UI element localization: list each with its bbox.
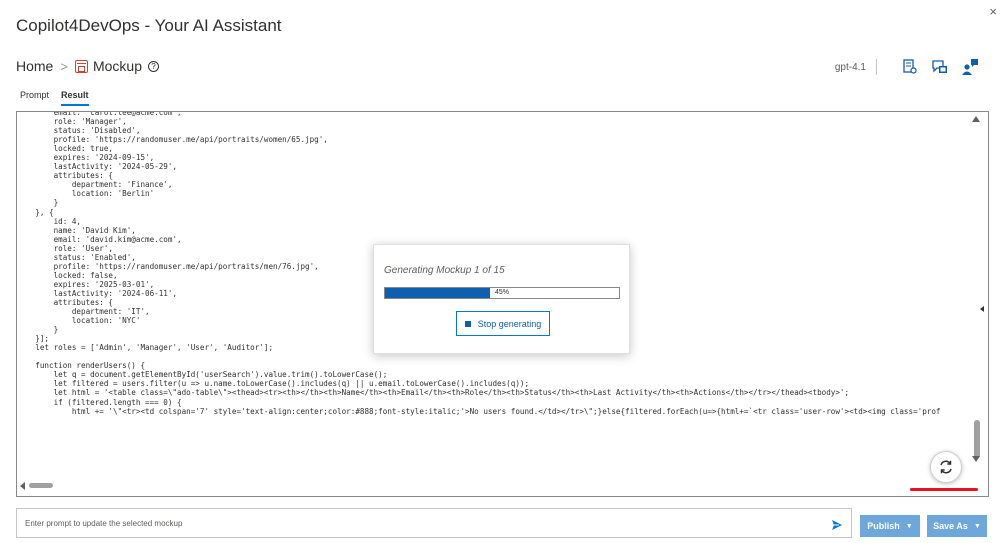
prompt-input[interactable] <box>17 509 817 537</box>
progress-bar: 45% <box>384 287 620 299</box>
highlight-underline <box>910 488 978 491</box>
chat-image-icon[interactable] <box>931 58 949 76</box>
publish-button[interactable]: Publish ▼ <box>860 515 920 537</box>
code-line: department: 'Finance', <box>17 180 173 190</box>
code-line: let html = '<table class=\"ado-table\"><… <box>17 388 850 398</box>
question-circle-icon[interactable]: ? <box>147 60 159 72</box>
regenerate-button[interactable] <box>930 451 962 483</box>
scroll-up-icon[interactable] <box>972 116 980 122</box>
breadcrumb-home[interactable]: Home <box>16 58 53 74</box>
toolbar-divider <box>876 59 877 75</box>
send-icon[interactable] <box>831 518 843 530</box>
progress-fill <box>385 288 491 298</box>
generation-progress-dialog: Generating Mockup 1 of 15 45% Stop gener… <box>373 244 630 354</box>
vertical-scroll-thumb[interactable] <box>974 420 980 458</box>
document-settings-icon[interactable] <box>901 58 919 76</box>
progress-title: Generating Mockup 1 of 15 <box>384 265 505 276</box>
horizontal-scroll-thumb[interactable] <box>29 483 53 488</box>
code-line: if (filtered.length === 0) { <box>17 397 182 407</box>
progress-percent: 45% <box>495 289 510 296</box>
code-line: status: 'Disabled', <box>17 126 141 136</box>
code-line: let q = document.getElementById('userSea… <box>17 370 388 380</box>
code-line: }, { <box>17 207 54 217</box>
save-as-button[interactable]: Save As ▼ <box>927 515 987 537</box>
result-tabs: Prompt Result <box>20 90 101 106</box>
scroll-left-icon[interactable] <box>20 482 25 490</box>
save-as-label: Save As <box>933 521 968 531</box>
chevron-down-icon: ▼ <box>905 522 913 530</box>
tab-prompt[interactable]: Prompt <box>20 90 49 106</box>
code-line: function renderUsers() { <box>17 361 146 371</box>
user-feedback-icon[interactable] <box>961 58 979 76</box>
collapse-marker-icon[interactable] <box>980 306 984 312</box>
scroll-down-icon[interactable] <box>972 456 980 462</box>
close-icon[interactable]: × <box>989 4 997 19</box>
mockup-icon <box>74 59 88 73</box>
code-line: attributes: { <box>17 171 114 181</box>
breadcrumb-current: Mockup <box>92 58 142 74</box>
code-line: location: 'Berlin' <box>17 189 155 199</box>
code-line: locked: true, <box>17 144 114 154</box>
breadcrumb: Home > Mockup ? <box>16 58 159 74</box>
code-line: id: 4, <box>17 216 82 226</box>
code-line: lastActivity: '2024-05-29', <box>17 162 178 172</box>
code-line: profile: 'https://randomuser.me/api/port… <box>17 135 328 145</box>
publish-label: Publish <box>867 521 900 531</box>
code-line: expires: '2024-09-15', <box>17 153 155 163</box>
stop-generating-label: Stop generating <box>477 318 542 329</box>
stop-icon <box>464 320 471 327</box>
app-title: Copilot4DevOps - Your AI Assistant <box>16 16 282 35</box>
code-line: let filtered = users.filter(u => u.name.… <box>17 379 530 389</box>
code-line: } <box>17 198 59 208</box>
horizontal-scrollbar[interactable] <box>17 476 966 496</box>
stop-generating-button[interactable]: Stop generating <box>456 311 550 336</box>
chevron-down-icon: ▼ <box>973 522 981 530</box>
code-line: email: 'david.kim@acme.com', <box>17 234 182 244</box>
toolbar: gpt-4.1 <box>835 58 979 76</box>
code-line: role: 'Manager', <box>17 117 127 127</box>
prompt-box <box>16 508 852 538</box>
chevron-right-icon: > <box>60 58 68 74</box>
tab-result[interactable]: Result <box>61 90 89 106</box>
refresh-icon <box>940 460 952 474</box>
model-label: gpt-4.1 <box>834 61 866 73</box>
code-line: html += '\"<tr><td colspan='7' style='te… <box>17 406 941 416</box>
vertical-scrollbar[interactable] <box>966 112 988 496</box>
code-line: name: 'David Kim', <box>17 225 136 235</box>
